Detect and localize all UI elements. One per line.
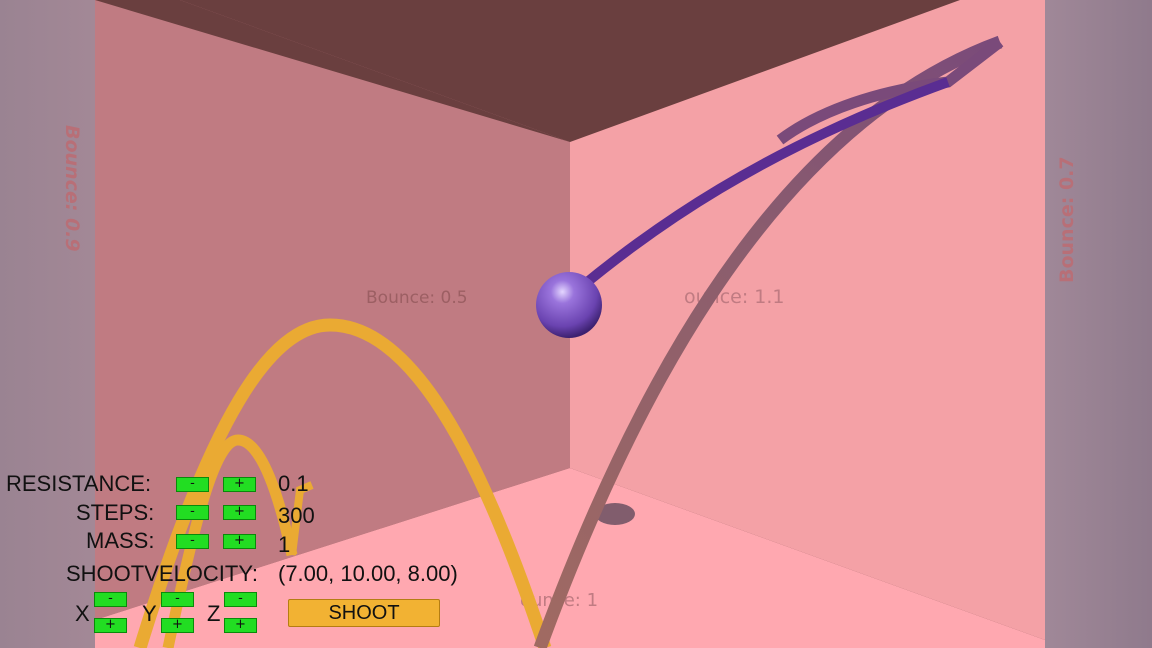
steps-decrease-button[interactable]: -	[176, 505, 209, 520]
shoot-velocity-value: (7.00, 10.00, 8.00)	[278, 561, 458, 586]
resistance-decrease-button[interactable]: -	[176, 477, 209, 492]
shoot-velocity-label: SHOOTVELOCITY:	[66, 561, 258, 586]
x-axis-label: X	[75, 601, 90, 626]
resistance-value: 0.1	[278, 471, 309, 496]
resistance-label: RESISTANCE:	[6, 471, 152, 496]
y-decrease-button[interactable]: -	[161, 592, 194, 607]
mass-label: MASS:	[86, 528, 155, 553]
game-scene: Bounce: 0.9 Bounce: 0.7 Bounce: 0.5 ounc…	[0, 0, 1152, 648]
steps-increase-button[interactable]: +	[223, 505, 256, 520]
ball	[536, 272, 602, 338]
x-decrease-button[interactable]: -	[94, 592, 127, 607]
mass-increase-button[interactable]: +	[223, 534, 256, 549]
mass-decrease-button[interactable]: -	[176, 534, 209, 549]
left-wall-bounce-label: Bounce: 0.9	[61, 125, 83, 252]
resistance-increase-button[interactable]: +	[223, 477, 256, 492]
back-left-wall-bounce-label: Bounce: 0.5	[366, 288, 468, 308]
mass-value: 1	[278, 532, 291, 557]
z-decrease-button[interactable]: -	[224, 592, 257, 607]
shoot-button[interactable]: SHOOT	[288, 599, 440, 627]
steps-label: STEPS:	[76, 500, 155, 525]
right-wall	[1045, 0, 1152, 648]
y-axis-label: Y	[142, 601, 157, 626]
y-increase-button[interactable]: +	[161, 618, 194, 633]
z-increase-button[interactable]: +	[224, 618, 257, 633]
z-axis-label: Z	[207, 601, 221, 626]
right-wall-bounce-label: Bounce: 0.7	[1056, 156, 1078, 283]
left-wall	[0, 0, 95, 648]
steps-value: 300	[278, 503, 315, 528]
x-increase-button[interactable]: +	[94, 618, 127, 633]
